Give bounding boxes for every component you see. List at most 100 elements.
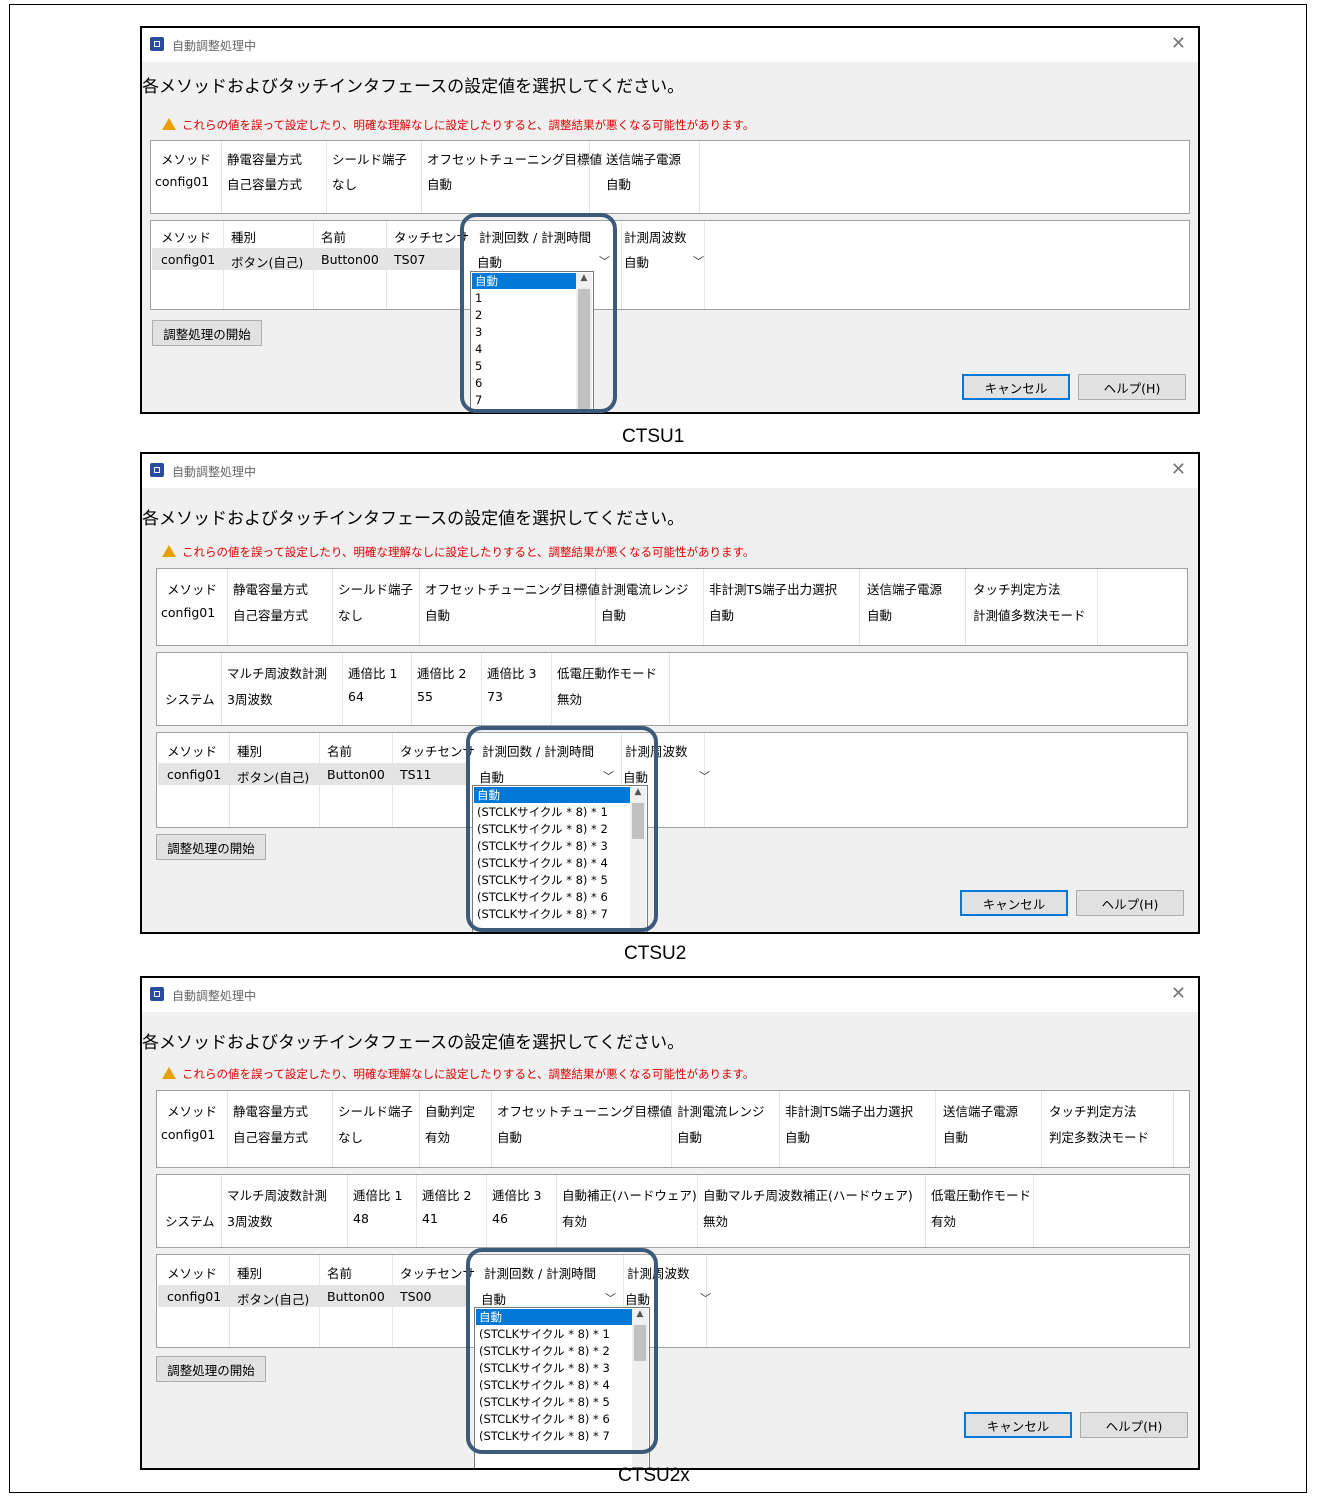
dropdown-option[interactable]: (STCLKサイクル * 8) * 1 [476, 1326, 633, 1342]
scroll-up-icon[interactable]: ▲ [576, 273, 592, 287]
cell[interactable]: config01 [161, 252, 215, 267]
measure-count-combo[interactable]: 自動 [477, 252, 502, 271]
cell[interactable]: ボタン(自己) [237, 767, 309, 786]
measure-freq-combo[interactable]: 自動 [623, 767, 648, 786]
cell[interactable]: 無効 [703, 1211, 728, 1230]
cell[interactable]: 自動 [606, 174, 631, 193]
close-icon[interactable]: ✕ [1171, 459, 1186, 480]
chevron-down-icon[interactable]: ﹀ [700, 1290, 711, 1306]
cell[interactable]: 64 [348, 689, 364, 704]
cell[interactable]: TS00 [400, 1289, 431, 1304]
cell[interactable]: 自己容量方式 [233, 605, 308, 624]
dropdown-option[interactable]: 自動 [474, 787, 631, 803]
cell[interactable]: 46 [492, 1211, 508, 1226]
cell[interactable]: 判定多数決モード [1049, 1127, 1149, 1146]
chevron-down-icon[interactable]: ﹀ [605, 1290, 616, 1306]
scrollbar[interactable]: ▲ [576, 273, 592, 412]
cell[interactable]: config01 [167, 1289, 221, 1304]
cancel-button[interactable]: キャンセル [962, 374, 1070, 400]
dropdown-list[interactable]: 自動 (STCLKサイクル * 8) * 1 (STCLKサイクル * 8) *… [472, 785, 648, 932]
dropdown-option[interactable]: (STCLKサイクル * 8) * 1 [474, 804, 631, 820]
scrollbar[interactable]: ▲ [632, 1309, 648, 1468]
cell[interactable]: TS07 [394, 252, 425, 267]
measure-count-combo[interactable]: 自動 [481, 1289, 506, 1308]
dropdown-list[interactable]: 自動 1 2 3 4 5 6 7 ▲ [470, 271, 594, 412]
help-button[interactable]: ヘルプ(H) [1078, 374, 1186, 400]
dropdown-option[interactable]: (STCLKサイクル * 8) * 7 [474, 906, 631, 922]
cell[interactable]: Button00 [321, 252, 379, 267]
dropdown-option[interactable]: (STCLKサイクル * 8) * 3 [474, 838, 631, 854]
cell[interactable]: 55 [417, 689, 433, 704]
scrollbar-thumb[interactable] [578, 289, 590, 409]
dropdown-option[interactable]: (STCLKサイクル * 8) * 4 [474, 855, 631, 871]
cell[interactable]: 自動 [709, 605, 734, 624]
cell[interactable]: Button00 [327, 767, 385, 782]
cell[interactable]: 自動 [785, 1127, 810, 1146]
close-icon[interactable]: ✕ [1171, 33, 1186, 54]
dropdown-option[interactable]: (STCLKサイクル * 8) * 2 [476, 1343, 633, 1359]
chevron-down-icon[interactable]: ﹀ [603, 768, 614, 784]
cell[interactable]: 41 [422, 1211, 438, 1226]
dropdown-option[interactable]: 6 [472, 375, 577, 391]
cell[interactable]: なし [338, 1127, 363, 1146]
cell[interactable]: 有効 [562, 1211, 587, 1230]
cell[interactable]: 有効 [931, 1211, 956, 1230]
dropdown-option[interactable]: (STCLKサイクル * 8) * 6 [474, 889, 631, 905]
cell[interactable]: 48 [353, 1211, 369, 1226]
close-icon[interactable]: ✕ [1171, 983, 1186, 1004]
start-tuning-button[interactable]: 調整処理の開始 [152, 320, 262, 346]
dropdown-option[interactable]: (STCLKサイクル * 8) * 7 [476, 1428, 633, 1444]
dropdown-option[interactable]: (STCLKサイクル * 8) * 6 [476, 1411, 633, 1427]
measure-count-combo[interactable]: 自動 [479, 767, 504, 786]
cell[interactable]: Button00 [327, 1289, 385, 1304]
cell[interactable]: config01 [155, 174, 209, 189]
chevron-down-icon[interactable]: ﹀ [699, 768, 710, 784]
cancel-button[interactable]: キャンセル [964, 1412, 1072, 1438]
cell[interactable]: 自己容量方式 [233, 1127, 308, 1146]
cell[interactable]: config01 [161, 1127, 215, 1142]
cell[interactable]: config01 [161, 605, 215, 620]
cell[interactable]: システム [165, 1211, 215, 1230]
help-button[interactable]: ヘルプ(H) [1080, 1412, 1188, 1438]
cell[interactable]: 自動 [425, 605, 450, 624]
chevron-down-icon[interactable]: ﹀ [599, 253, 610, 269]
measure-freq-combo[interactable]: 自動 [624, 252, 649, 271]
scroll-up-icon[interactable]: ▲ [630, 787, 646, 801]
cell[interactable]: 自動 [601, 605, 626, 624]
cell[interactable]: 有効 [425, 1127, 450, 1146]
cell[interactable]: TS11 [400, 767, 431, 782]
cell[interactable]: 3周波数 [227, 1211, 272, 1230]
cell[interactable]: システム [165, 689, 215, 708]
dropdown-option[interactable]: 自動 [476, 1309, 633, 1325]
cell[interactable]: 計測値多数決モード [973, 605, 1086, 624]
dropdown-option[interactable]: 1 [472, 290, 577, 306]
scroll-up-icon[interactable]: ▲ [632, 1309, 648, 1323]
cell[interactable]: 自動 [943, 1127, 968, 1146]
cell[interactable]: なし [332, 174, 357, 193]
cell[interactable]: 自動 [497, 1127, 522, 1146]
dropdown-option[interactable]: 3 [472, 324, 577, 340]
dropdown-option[interactable]: 5 [472, 358, 577, 374]
dropdown-option[interactable]: (STCLKサイクル * 8) * 3 [476, 1360, 633, 1376]
dropdown-option[interactable]: (STCLKサイクル * 8) * 5 [476, 1394, 633, 1410]
dropdown-option[interactable]: 自動 [472, 273, 577, 289]
dropdown-option[interactable]: (STCLKサイクル * 8) * 2 [474, 821, 631, 837]
measure-freq-combo[interactable]: 自動 [625, 1289, 650, 1308]
cancel-button[interactable]: キャンセル [960, 890, 1068, 916]
dropdown-option[interactable]: 4 [472, 341, 577, 357]
dropdown-list[interactable]: 自動 (STCLKサイクル * 8) * 1 (STCLKサイクル * 8) *… [474, 1307, 650, 1468]
cell[interactable]: 自動 [427, 174, 452, 193]
cell[interactable]: ボタン(自己) [237, 1289, 309, 1308]
cell[interactable]: 73 [487, 689, 503, 704]
chevron-down-icon[interactable]: ﹀ [693, 253, 704, 269]
cell[interactable]: ボタン(自己) [231, 252, 303, 271]
help-button[interactable]: ヘルプ(H) [1076, 890, 1184, 916]
scrollbar-thumb[interactable] [632, 803, 644, 839]
dropdown-option[interactable]: 2 [472, 307, 577, 323]
dropdown-option[interactable]: 7 [472, 392, 577, 408]
scrollbar[interactable]: ▲ [630, 787, 646, 932]
dropdown-option[interactable]: (STCLKサイクル * 8) * 4 [476, 1377, 633, 1393]
start-tuning-button[interactable]: 調整処理の開始 [156, 1356, 266, 1382]
cell[interactable]: 自動 [677, 1127, 702, 1146]
cell[interactable]: 自動 [867, 605, 892, 624]
